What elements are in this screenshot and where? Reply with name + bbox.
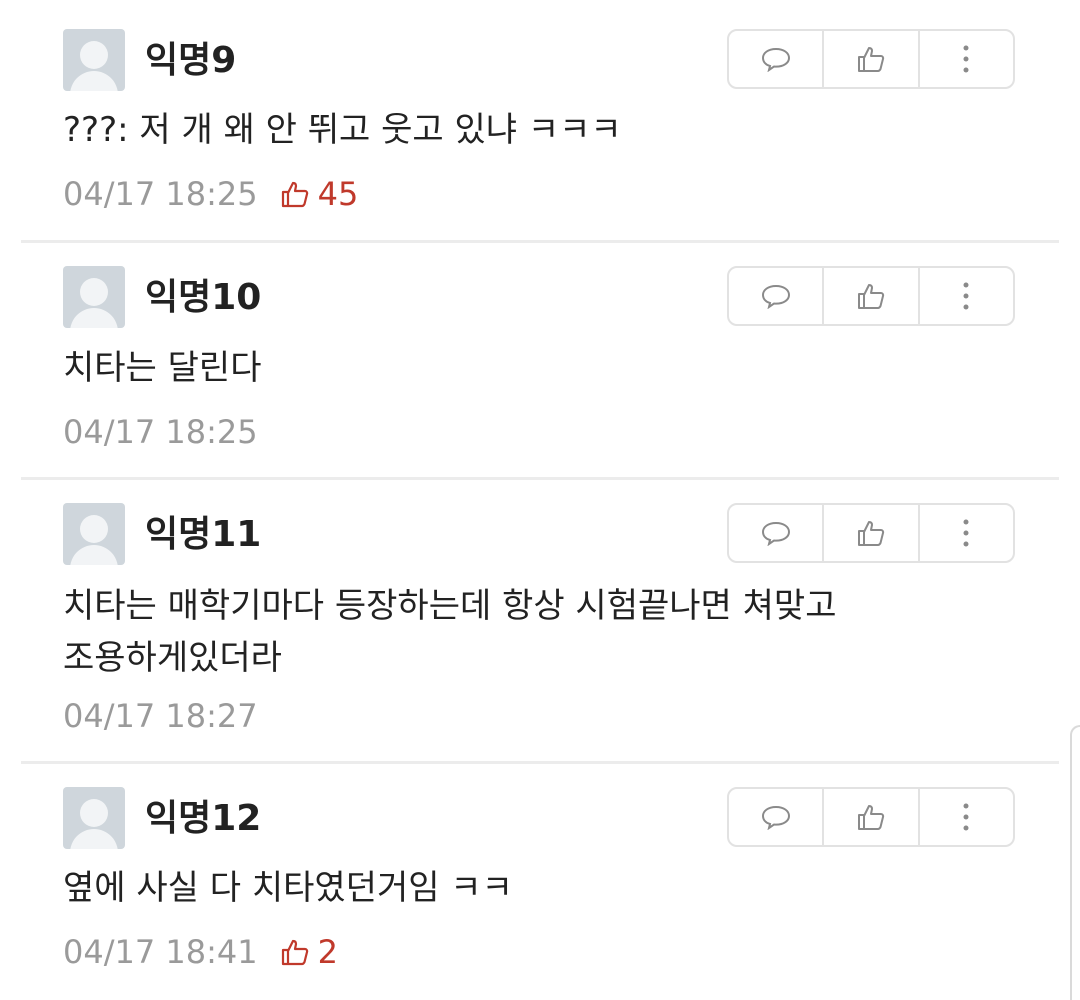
vertical-dots-icon: [963, 45, 969, 73]
comment-meta: 04/17 18:41 2: [63, 932, 338, 972]
more-button[interactable]: [917, 268, 1013, 324]
comment-meta: 04/17 18:25 45: [63, 174, 358, 214]
avatar: [63, 29, 125, 91]
comment-text: ???: 저 개 왜 안 뛰고 웃고 있냐 ㅋㅋㅋ: [63, 110, 622, 150]
divider: [21, 240, 1059, 243]
comment-actions: [727, 503, 1015, 563]
more-button[interactable]: [917, 789, 1013, 845]
divider: [21, 761, 1059, 764]
reply-button[interactable]: [729, 268, 822, 324]
comment-actions: [727, 266, 1015, 326]
avatar: [63, 266, 125, 328]
comment-meta: 04/17 18:27: [63, 696, 258, 736]
comment-text: 옆에 사실 다 치타였던거임 ㅋㅋ: [63, 868, 513, 908]
comment-time: 04/17 18:27: [63, 697, 258, 735]
reply-button[interactable]: [729, 789, 822, 845]
reply-button[interactable]: [729, 31, 822, 87]
vertical-dots-icon: [963, 803, 969, 831]
like-count: 45: [280, 174, 359, 214]
reply-button[interactable]: [729, 505, 822, 561]
like-count: 2: [280, 932, 338, 972]
comment-text: 치타는 매학기마다 등장하는데 항상 시험끝나면 쳐맞고 조용하게있더라: [63, 586, 837, 678]
vote-button[interactable]: [822, 505, 917, 561]
like-count-value: 2: [317, 933, 338, 971]
thumbs-up-icon: [857, 284, 885, 309]
more-button[interactable]: [917, 505, 1013, 561]
comment-text: 치타는 달린다: [63, 348, 262, 388]
speech-bubble-icon: [761, 521, 790, 546]
thumbs-up-icon: [857, 47, 885, 72]
thumbs-up-icon: [281, 181, 308, 208]
speech-bubble-icon: [761, 284, 790, 309]
thumbs-up-icon: [857, 805, 885, 830]
comment-author: 익명10: [145, 277, 262, 318]
comment-time: 04/17 18:25: [63, 175, 258, 213]
vertical-dots-icon: [963, 282, 969, 310]
comment-meta: 04/17 18:25: [63, 412, 258, 452]
speech-bubble-icon: [761, 47, 790, 72]
vote-button[interactable]: [822, 789, 917, 845]
vote-button[interactable]: [822, 31, 917, 87]
comment-time: 04/17 18:25: [63, 413, 258, 451]
avatar: [63, 787, 125, 849]
more-button[interactable]: [917, 31, 1013, 87]
comment-author: 익명11: [145, 514, 262, 555]
comment-author: 익명12: [145, 798, 262, 839]
comment-actions: [727, 787, 1015, 847]
thumbs-up-icon: [857, 521, 885, 546]
avatar: [63, 503, 125, 565]
thumbs-up-icon: [281, 939, 308, 966]
comment-actions: [727, 29, 1015, 89]
comment-time: 04/17 18:41: [63, 933, 258, 971]
vote-button[interactable]: [822, 268, 917, 324]
divider: [21, 477, 1059, 480]
vertical-dots-icon: [963, 519, 969, 547]
like-count-value: 45: [317, 175, 359, 213]
speech-bubble-icon: [761, 805, 790, 830]
scrollbar[interactable]: [1070, 725, 1080, 1000]
comment-author: 익명9: [145, 40, 237, 81]
